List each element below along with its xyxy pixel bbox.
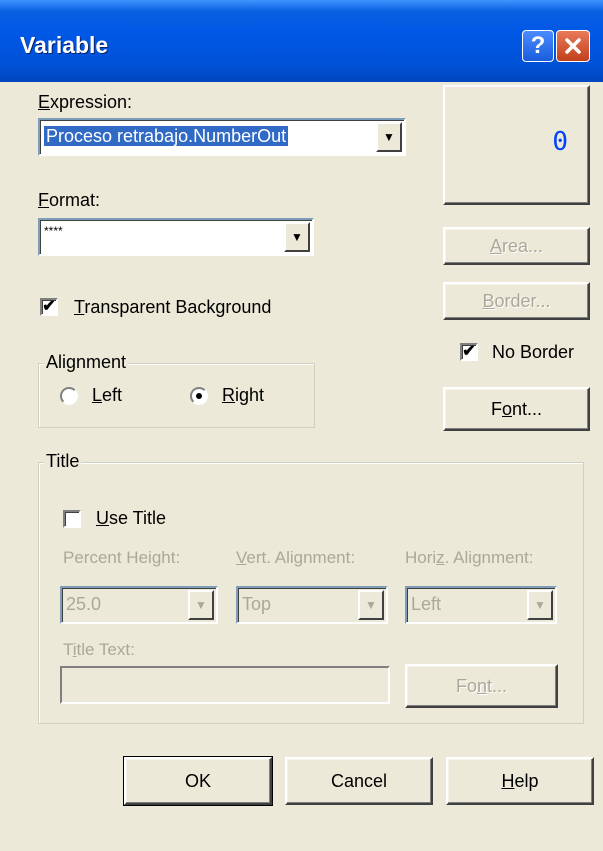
- expression-value: Proceso retrabajo.NumberOut: [44, 126, 289, 146]
- title-text-label: Title Text:: [63, 640, 135, 659]
- vert-alignment-value: Top: [242, 594, 272, 614]
- close-x-glyph: [565, 38, 581, 54]
- chevron-down-icon[interactable]: ▼: [188, 590, 214, 620]
- vert-alignment-combo[interactable]: Top ▼: [236, 586, 388, 624]
- horiz-alignment-label: Horiz. Alignment:: [405, 548, 534, 567]
- right-radio[interactable]: [190, 387, 208, 405]
- percent-height-value: 25.0: [66, 594, 102, 614]
- title-bar[interactable]: Variable ?: [0, 0, 603, 82]
- chevron-down-icon[interactable]: ▼: [284, 222, 310, 252]
- transparent-background-label: Transparent Background: [74, 297, 272, 317]
- title-font-button[interactable]: Fo n t...: [405, 664, 558, 708]
- preview-panel: 0: [443, 85, 590, 205]
- chevron-down-icon[interactable]: ▼: [358, 590, 384, 620]
- area-button[interactable]: Area...: [443, 227, 590, 265]
- ok-button[interactable]: OK: [123, 756, 273, 806]
- percent-height-label: Percent Height:: [63, 548, 181, 567]
- expression-combo[interactable]: Proceso retrabajo.NumberOut ▼: [38, 118, 406, 156]
- font-button[interactable]: Fo nt...: [443, 387, 590, 431]
- chevron-down-icon[interactable]: ▼: [527, 590, 553, 620]
- vert-alignment-label: Vert. Alignment:: [236, 548, 356, 567]
- format-label: Format:: [38, 190, 101, 210]
- alignment-group-label: Alignment: [44, 352, 129, 373]
- no-border-checkbox[interactable]: ✔: [460, 343, 478, 361]
- border-button[interactable]: Border...: [443, 282, 590, 320]
- help-question-icon[interactable]: ?: [522, 30, 554, 62]
- window-title: Variable: [20, 32, 109, 58]
- preview-value: 0: [552, 127, 568, 157]
- percent-height-combo[interactable]: 25.0 ▼: [60, 586, 218, 624]
- format-combo[interactable]: **** ▼: [38, 218, 314, 256]
- right-radio-label: Right: [222, 385, 265, 405]
- cancel-button[interactable]: Cancel: [285, 757, 433, 805]
- chevron-down-icon[interactable]: ▼: [376, 122, 402, 152]
- help-button[interactable]: Help: [446, 757, 594, 805]
- left-radio[interactable]: [60, 387, 78, 405]
- transparent-background-checkbox[interactable]: ✔: [40, 298, 58, 316]
- expression-label: Expression:: [38, 92, 133, 112]
- title-text-input[interactable]: [60, 666, 390, 704]
- no-border-label: No Border: [492, 342, 575, 362]
- use-title-label: Use Title: [96, 508, 167, 528]
- horiz-alignment-combo[interactable]: Left ▼: [405, 586, 557, 624]
- format-value: ****: [44, 224, 63, 238]
- close-icon[interactable]: [556, 30, 590, 62]
- horiz-alignment-value: Left: [411, 594, 442, 614]
- left-radio-label: Left: [92, 385, 123, 405]
- use-title-checkbox[interactable]: [63, 510, 81, 528]
- variable-dialog: Variable ? Expression: Proceso retrabajo…: [0, 0, 603, 851]
- title-group-label: Title: [44, 451, 82, 472]
